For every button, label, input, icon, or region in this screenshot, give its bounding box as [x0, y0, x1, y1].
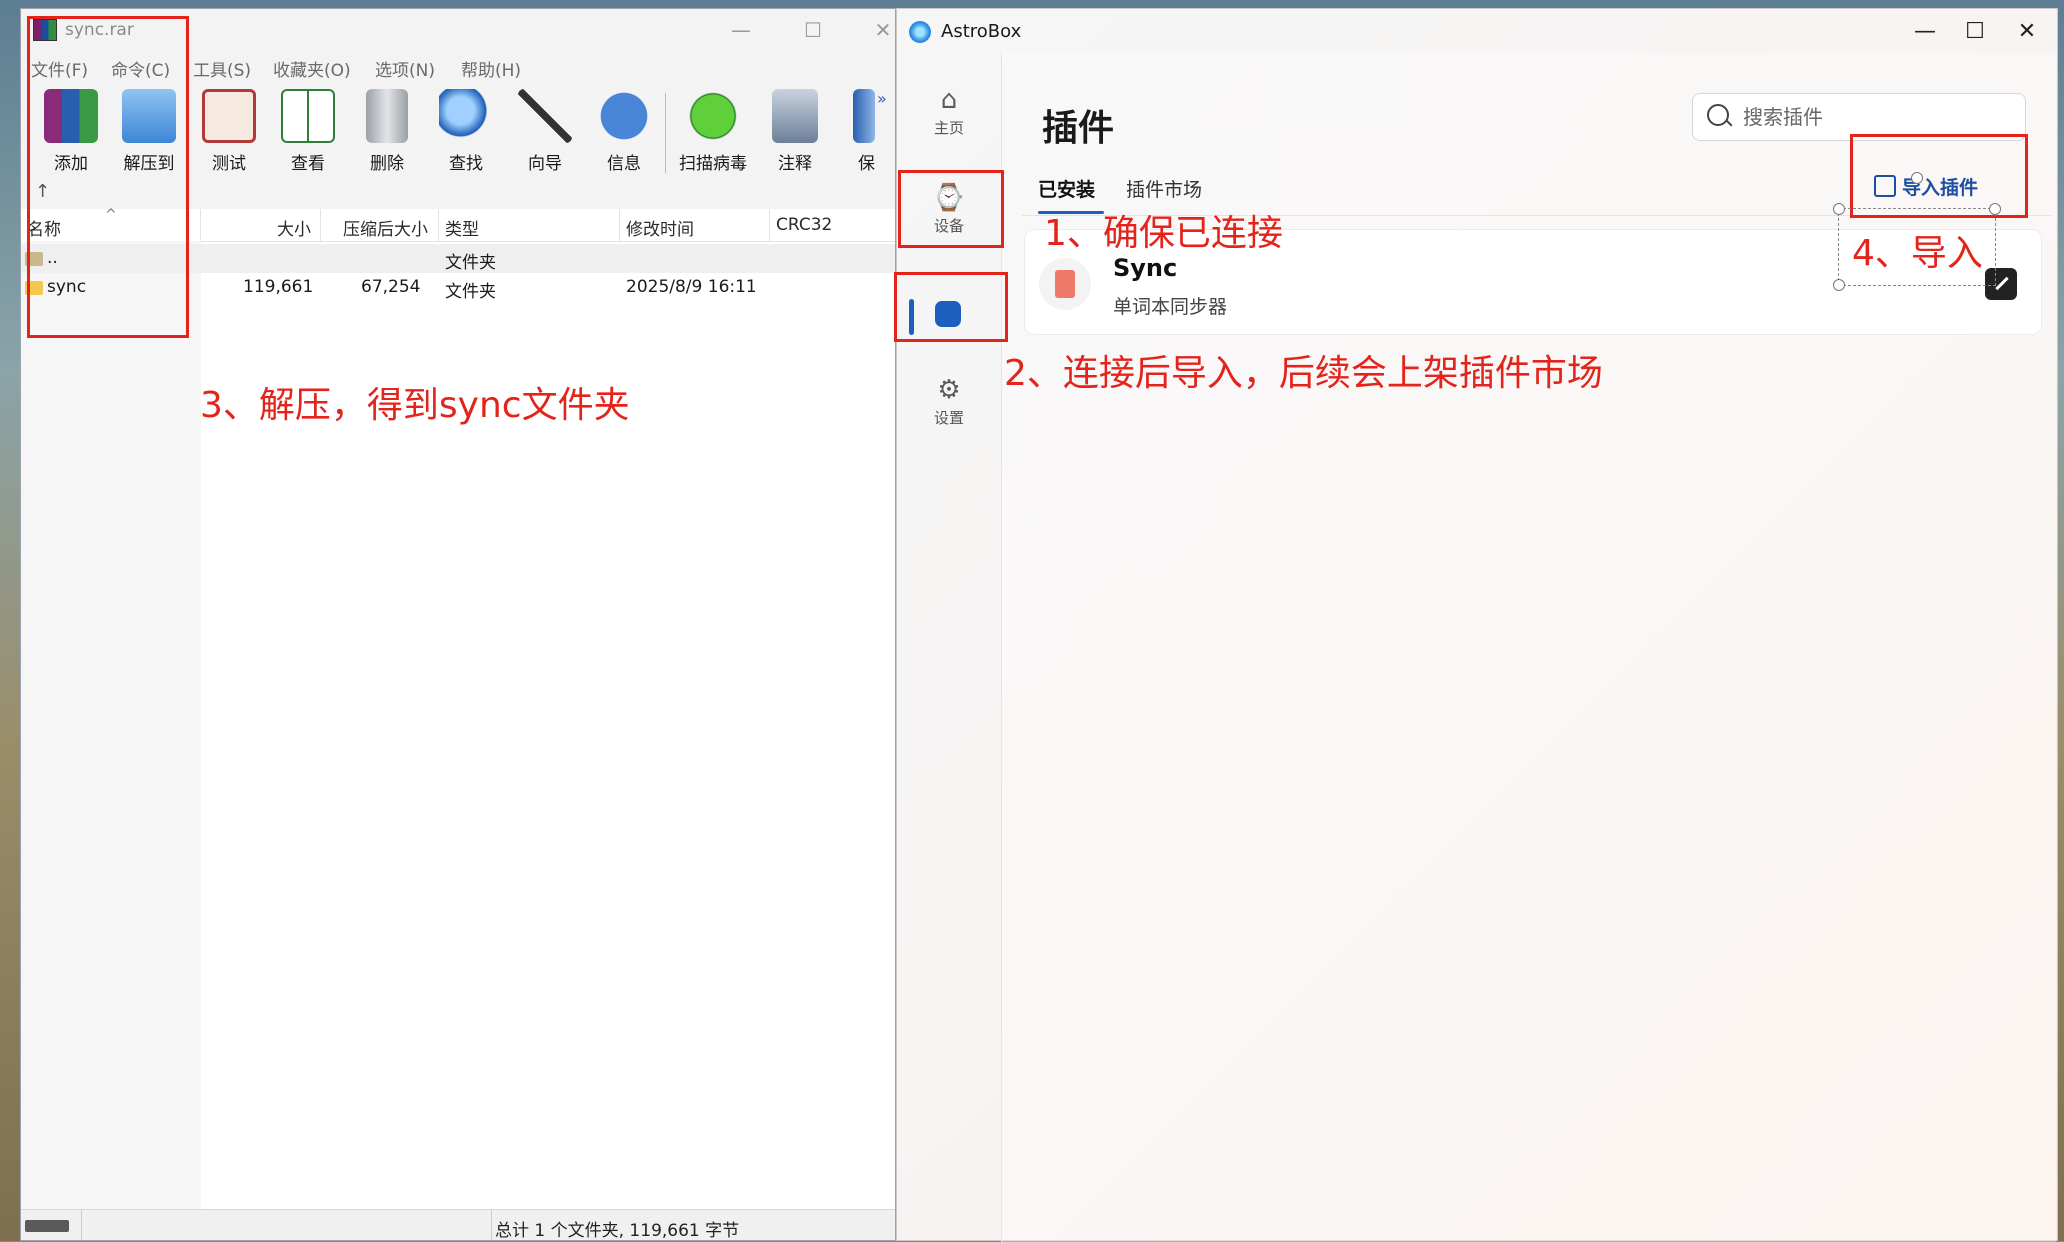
- menu-help[interactable]: 帮助(H): [461, 56, 521, 81]
- highlight-box: [898, 170, 1004, 248]
- highlight-box: [894, 272, 1008, 342]
- cell-size: 119,661: [243, 277, 314, 297]
- selection-handle: [1911, 172, 1923, 184]
- delete-button[interactable]: 删除: [350, 89, 424, 185]
- column-divider[interactable]: [320, 209, 321, 241]
- comment-button[interactable]: 注释: [758, 89, 832, 185]
- protect-button[interactable]: 保: [831, 89, 875, 185]
- sidebar-item-settings[interactable]: ⚙ 设置: [911, 373, 987, 443]
- protect-label: 保: [858, 154, 875, 174]
- wizard-button[interactable]: 向导: [508, 89, 582, 185]
- minimize-button[interactable]: —: [1905, 17, 1945, 47]
- home-icon: ⌂: [940, 85, 958, 115]
- magic-wand-icon: [518, 89, 572, 143]
- tab-installed[interactable]: 已安装: [1038, 175, 1095, 202]
- bug-scan-icon: [686, 89, 740, 143]
- selection-handle: [1989, 203, 2001, 215]
- annotation-step1: 1、确保已连接: [1044, 213, 1283, 254]
- annotation-step4: 4、导入: [1852, 233, 1983, 274]
- column-divider[interactable]: [200, 209, 201, 241]
- trash-icon: [366, 89, 408, 143]
- highlight-box: [1850, 134, 2028, 218]
- drive-key-icon[interactable]: [25, 1220, 69, 1232]
- menu-favorites[interactable]: 收藏夹(O): [273, 56, 351, 81]
- scan-virus-button[interactable]: 扫描病毒: [676, 89, 750, 185]
- search-icon: [1707, 104, 1729, 126]
- selection-handle: [1833, 279, 1845, 291]
- delete-label: 删除: [370, 154, 404, 174]
- winrar-statusbar: 总计 1 个文件夹, 119,661 字节: [21, 1209, 895, 1241]
- magnifier-icon: [439, 89, 493, 143]
- toolbar-separator: [665, 93, 666, 173]
- column-divider[interactable]: [769, 209, 770, 241]
- find-button[interactable]: 查找: [429, 89, 503, 185]
- info-icon: [597, 89, 651, 143]
- close-button[interactable]: ✕: [2007, 17, 2047, 47]
- tab-marketplace[interactable]: 插件市场: [1126, 175, 1202, 202]
- comment-icon: [772, 89, 818, 143]
- sidebar-label: 设置: [933, 409, 964, 427]
- astrobox-titlebar: AstroBox — ☐ ✕: [897, 9, 2057, 53]
- column-divider[interactable]: [619, 209, 620, 241]
- info-button[interactable]: 信息: [587, 89, 661, 185]
- astrobox-title: AstroBox: [941, 21, 1022, 42]
- comment-label: 注释: [778, 154, 812, 174]
- view-label: 查看: [291, 154, 325, 174]
- column-packed[interactable]: 压缩后大小: [343, 215, 428, 240]
- book-view-icon: [281, 89, 335, 143]
- wizard-label: 向导: [528, 154, 562, 174]
- gear-icon: ⚙: [937, 375, 961, 405]
- test-button[interactable]: 测试: [192, 89, 266, 185]
- chevron-more-icon[interactable]: »: [877, 89, 887, 108]
- test-label: 测试: [212, 154, 246, 174]
- column-modified[interactable]: 修改时间: [626, 215, 694, 240]
- astrobox-app-icon: [909, 21, 931, 43]
- maximize-button[interactable]: ☐: [793, 15, 833, 45]
- view-button[interactable]: 查看: [271, 89, 345, 185]
- plugin-book-icon: [1039, 258, 1091, 310]
- column-size[interactable]: 大小: [277, 215, 311, 240]
- maximize-button[interactable]: ☐: [1955, 17, 1995, 47]
- selection-handle: [1833, 203, 1845, 215]
- name-column-background: [21, 241, 201, 1218]
- cell-modified: 2025/8/9 16:11: [626, 277, 757, 297]
- annotation-step2: 2、连接后导入，后续会上架插件市场: [1004, 353, 1603, 394]
- sidebar-item-home[interactable]: ⌂ 主页: [911, 83, 987, 153]
- sidebar-label: 主页: [933, 119, 964, 137]
- find-label: 查找: [449, 154, 483, 174]
- scan-virus-label: 扫描病毒: [679, 154, 747, 174]
- clipboard-test-icon: [202, 89, 256, 143]
- status-text: 总计 1 个文件夹, 119,661 字节: [495, 1221, 740, 1241]
- menu-tools[interactable]: 工具(S): [193, 56, 251, 81]
- cell-type: 文件夹: [445, 253, 496, 273]
- column-divider[interactable]: [438, 209, 439, 241]
- column-crc32[interactable]: CRC32: [776, 215, 832, 235]
- cell-packed: 67,254: [361, 277, 421, 297]
- menu-options[interactable]: 选项(N): [375, 56, 435, 81]
- minimize-button[interactable]: —: [721, 15, 761, 45]
- page-title: 插件: [1042, 108, 1115, 149]
- column-type[interactable]: 类型: [445, 215, 479, 240]
- info-label: 信息: [607, 154, 641, 174]
- shield-icon: [853, 89, 875, 143]
- plugin-description: 单词本同步器: [1113, 296, 1228, 318]
- status-divider: [81, 1210, 82, 1240]
- search-input[interactable]: [1741, 102, 2015, 132]
- status-divider: [491, 1210, 492, 1240]
- cell-type: 文件夹: [445, 282, 496, 302]
- highlight-box: [27, 16, 189, 338]
- plugin-name: Sync: [1113, 254, 1178, 282]
- annotation-step3: 3、解压，得到sync文件夹: [200, 385, 630, 426]
